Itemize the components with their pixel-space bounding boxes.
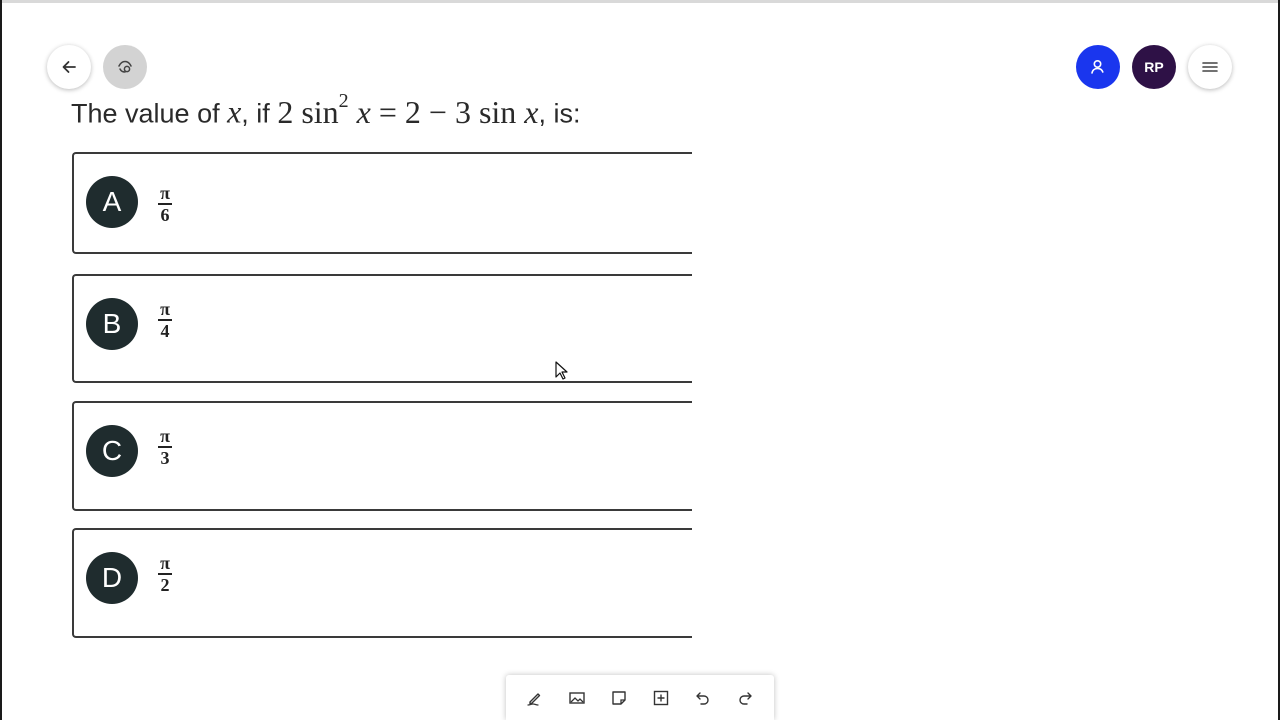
option-letter-badge: A xyxy=(86,176,138,228)
option-a[interactable]: A π 6 xyxy=(72,152,692,254)
menu-button[interactable] xyxy=(1188,45,1232,89)
question-prefix: The value of xyxy=(71,98,228,129)
left-border xyxy=(0,0,2,720)
redo-button[interactable] xyxy=(730,683,760,713)
add-box-icon xyxy=(653,690,669,705)
add-box-tool-button[interactable] xyxy=(646,683,676,713)
image-icon xyxy=(569,691,585,704)
option-d[interactable]: D π 2 xyxy=(72,528,692,638)
avatar-initials: RP xyxy=(1144,59,1164,75)
fraction-denominator: 2 xyxy=(160,575,170,595)
option-letter-badge: D xyxy=(86,552,138,604)
question-text: The value of x, if 2 sin2 x = 2 − 3 sin … xyxy=(71,83,581,136)
question-mid: , if xyxy=(241,98,278,129)
option-letter-badge: C xyxy=(86,425,138,477)
undo-button[interactable] xyxy=(688,683,718,713)
question-suffix: , is: xyxy=(538,98,581,129)
fraction-numerator: π xyxy=(160,299,170,319)
top-border xyxy=(0,0,1280,3)
fraction-denominator: 4 xyxy=(160,321,170,341)
question-variable: x xyxy=(227,93,242,130)
hamburger-menu-icon xyxy=(1202,62,1218,72)
avatar[interactable]: RP xyxy=(1132,45,1176,89)
option-letter-badge: B xyxy=(86,298,138,350)
option-fraction: π 6 xyxy=(158,184,172,224)
sticky-note-tool-button[interactable] xyxy=(604,683,634,713)
option-fraction: π 2 xyxy=(158,554,172,594)
drawing-toolbar xyxy=(506,675,774,720)
arrow-left-icon xyxy=(62,61,76,73)
eye-refresh-icon xyxy=(118,60,132,73)
option-c[interactable]: C π 3 xyxy=(72,401,692,511)
pen-tool-button[interactable] xyxy=(520,683,550,713)
fraction-numerator: π xyxy=(160,426,170,446)
question-equation: 2 sin2 x = 2 − 3 sin x xyxy=(277,90,539,130)
fraction-denominator: 3 xyxy=(160,448,170,468)
mouse-cursor-icon xyxy=(555,361,568,380)
undo-icon xyxy=(696,691,709,705)
option-fraction: π 3 xyxy=(158,427,172,467)
option-fraction: π 4 xyxy=(158,300,172,340)
option-b[interactable]: B π 4 xyxy=(72,274,692,383)
fraction-denominator: 6 xyxy=(160,205,170,225)
sticky-note-icon xyxy=(612,690,626,705)
image-tool-button[interactable] xyxy=(562,683,592,713)
pen-icon xyxy=(527,692,541,706)
user-button[interactable] xyxy=(1076,45,1120,89)
redo-icon xyxy=(739,691,752,705)
person-icon xyxy=(1091,59,1104,74)
fraction-numerator: π xyxy=(160,183,170,203)
fraction-numerator: π xyxy=(160,553,170,573)
